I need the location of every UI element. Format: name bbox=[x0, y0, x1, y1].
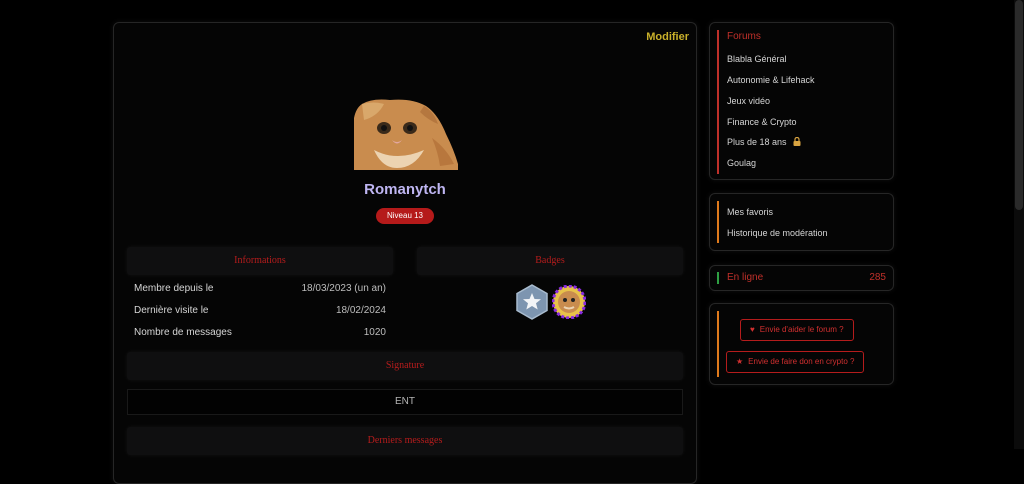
forum-link-blabla[interactable]: Blabla Général bbox=[727, 54, 787, 64]
signature-header: Signature bbox=[127, 352, 683, 380]
accent-bar bbox=[717, 30, 719, 174]
forum-link-autonomie[interactable]: Autonomie & Lifehack bbox=[727, 75, 815, 85]
edit-profile-link[interactable]: Modifier bbox=[646, 31, 689, 43]
heart-icon: ♥ bbox=[750, 325, 755, 334]
badges-header: Badges bbox=[417, 247, 683, 275]
user-links-panel: Mes favoris Historique de modération bbox=[709, 193, 894, 251]
accent-bar bbox=[717, 201, 719, 243]
star-icon: ★ bbox=[736, 357, 744, 366]
info-label: Nombre de messages bbox=[134, 327, 232, 338]
info-value: 1020 bbox=[363, 327, 386, 338]
star-badge-icon[interactable] bbox=[515, 284, 549, 320]
forum-link-18-plus[interactable]: Plus de 18 ans bbox=[727, 136, 802, 147]
support-panel: ♥ Envie d'aider le forum ? ★ Envie de fair… bbox=[709, 303, 894, 385]
info-row-member-since: Membre depuis le 18/03/2023 (un an) bbox=[134, 283, 386, 301]
forum-link-goulag[interactable]: Goulag bbox=[727, 158, 756, 168]
info-value: 18/02/2024 bbox=[335, 305, 386, 316]
level-badge: Niveau 13 bbox=[376, 208, 434, 224]
online-label[interactable]: En ligne bbox=[727, 272, 763, 283]
moderation-history-link[interactable]: Historique de modération bbox=[727, 228, 828, 238]
signature-text: ENT bbox=[127, 389, 683, 415]
accent-bar bbox=[717, 272, 719, 284]
favorites-link[interactable]: Mes favoris bbox=[727, 207, 773, 217]
latest-messages-header: Derniers messages bbox=[127, 427, 683, 455]
accent-bar bbox=[717, 311, 719, 377]
info-value: 18/03/2023 (un an) bbox=[301, 283, 386, 294]
username: Romanytch bbox=[364, 181, 446, 198]
scrollbar-thumb[interactable] bbox=[1015, 0, 1023, 210]
padlock-icon bbox=[793, 136, 801, 146]
help-forum-label: Envie d'aider le forum ? bbox=[759, 325, 844, 334]
forums-panel: Forums Blabla Général Autonomie & Lifeha… bbox=[709, 22, 894, 180]
info-row-message-count: Nombre de messages 1020 bbox=[134, 327, 386, 345]
info-row-last-visit: Dernière visite le 18/02/2024 bbox=[134, 305, 386, 323]
avatar bbox=[354, 99, 458, 170]
crypto-donation-button[interactable]: ★ Envie de faire don en crypto ? bbox=[726, 351, 865, 373]
page-scrollbar[interactable] bbox=[1014, 0, 1024, 449]
forums-title[interactable]: Forums bbox=[727, 31, 761, 42]
profile-card: Modifier Romanytch Niveau 13 Information… bbox=[113, 22, 697, 484]
forum-link-jeux-video[interactable]: Jeux vidéo bbox=[727, 96, 770, 106]
cat-badge-icon[interactable] bbox=[552, 285, 586, 319]
help-forum-button[interactable]: ♥ Envie d'aider le forum ? bbox=[740, 319, 854, 341]
online-panel: En ligne 285 bbox=[709, 265, 894, 291]
informations-header: Informations bbox=[127, 247, 393, 275]
forum-link-finance[interactable]: Finance & Crypto bbox=[727, 117, 797, 127]
online-count: 285 bbox=[869, 272, 886, 283]
forum-link-label: Plus de 18 ans bbox=[727, 137, 787, 147]
crypto-donation-label: Envie de faire don en crypto ? bbox=[748, 357, 855, 366]
info-label: Dernière visite le bbox=[134, 305, 209, 316]
info-label: Membre depuis le bbox=[134, 283, 214, 294]
